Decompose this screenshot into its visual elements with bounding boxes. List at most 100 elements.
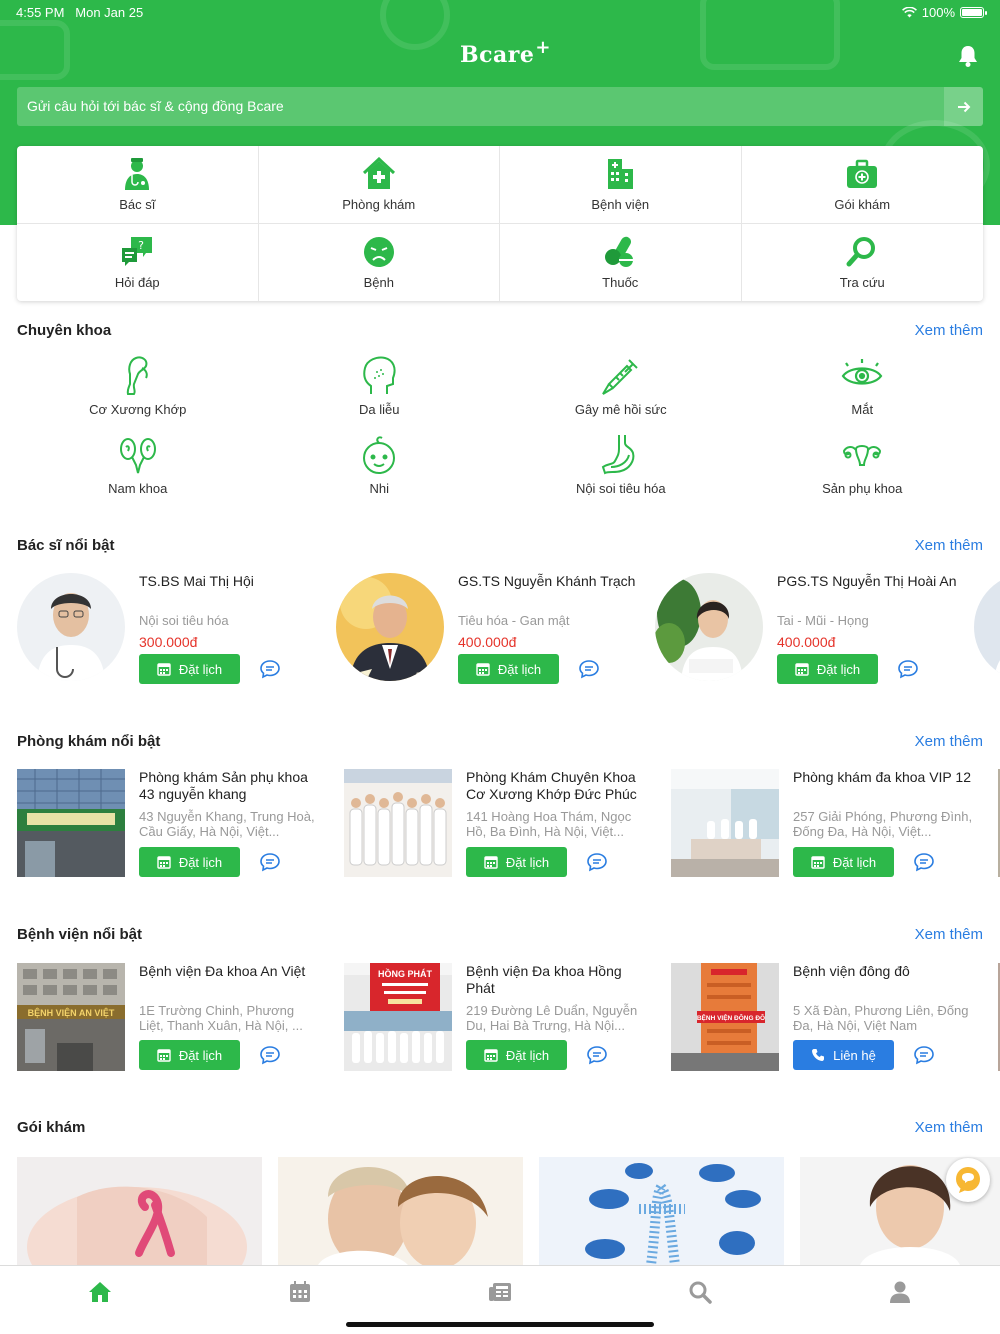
- quick-link-packages[interactable]: Gói khám: [741, 146, 983, 224]
- hospitals-see-more-link[interactable]: Xem thêm: [915, 926, 983, 943]
- book-button[interactable]: Đặt lịch: [466, 847, 567, 877]
- doctor-specialty: Tai - Mũi - Họng: [777, 613, 869, 628]
- svg-text:?: ?: [138, 239, 144, 252]
- quick-link-doctor[interactable]: Bác sĩ: [17, 146, 259, 224]
- hospitals-carousel: BỆNH VIỆN AN VIỆT Bệnh viện Đa khoa An V…: [17, 963, 1000, 1078]
- book-label: Đặt lịch: [505, 1047, 550, 1063]
- chat-icon[interactable]: [586, 1044, 608, 1066]
- calendar-icon: [795, 663, 809, 676]
- calendar-icon: [476, 663, 490, 676]
- clinic-photo: [344, 769, 452, 877]
- specialty-obstetrics[interactable]: Sản phụ khoa: [742, 433, 984, 512]
- clinic-photo: [671, 769, 779, 877]
- package-card[interactable]: [539, 1157, 784, 1265]
- quick-link-clinic[interactable]: Phòng khám: [258, 146, 500, 224]
- doctor-card[interactable]: PGS.TS Nguyễn Thị Hoài An Tai - Mũi - Họ…: [655, 573, 974, 688]
- chat-bubble-icon: [956, 1167, 980, 1193]
- hospital-sign-text: BỆNH VIỆN AN VIỆT: [28, 1007, 115, 1018]
- clinic-name: Phòng khám đa khoa VIP 12: [793, 769, 971, 785]
- chat-icon[interactable]: [913, 1044, 935, 1066]
- quick-link-diseases[interactable]: Bệnh: [259, 223, 500, 301]
- doctors-see-more-link[interactable]: Xem thêm: [915, 537, 983, 554]
- book-button[interactable]: Đặt lịch: [777, 654, 878, 684]
- chat-icon[interactable]: [913, 851, 935, 873]
- battery-percent: 100%: [921, 5, 955, 20]
- specialty-label: Nội soi tiêu hóa: [575, 481, 666, 496]
- specialty-musculoskeletal[interactable]: Cơ Xương Khớp: [17, 354, 259, 433]
- hospitals-title: Bệnh viện nổi bật: [17, 926, 143, 943]
- hospital-sign-text: HỒNG PHÁT: [378, 968, 433, 979]
- battery-icon: [960, 7, 987, 18]
- hospital-card[interactable]: BỆNH VIỆN ĐÔNG ĐÔ Bệnh viện đông đô 5 Xã…: [671, 963, 998, 1078]
- quick-link-qa[interactable]: ? Hỏi đáp: [17, 223, 259, 301]
- specialty-ophthalmology[interactable]: Mắt: [742, 354, 984, 433]
- packages-see-more-link[interactable]: Xem thêm: [915, 1119, 983, 1136]
- package-card[interactable]: [278, 1157, 523, 1265]
- contact-label: Liên hệ: [833, 1047, 876, 1063]
- calendar-icon: [157, 663, 171, 676]
- contact-button[interactable]: Liên hệ: [793, 1040, 894, 1070]
- doctor-avatar: [336, 573, 444, 681]
- specialty-pediatrics[interactable]: Nhi: [259, 433, 501, 512]
- clinic-name: Phòng khám Sản phụ khoa 43 nguyễn khang: [139, 769, 308, 802]
- specialty-anesthesia[interactable]: Gây mê hồi sức: [500, 354, 742, 433]
- wifi-icon: [901, 7, 917, 18]
- hospital-card[interactable]: HỒNG PHÁT Bệnh viện Đa khoa Hồng Phát 21…: [344, 963, 671, 1078]
- clinic-address: 43 Nguyễn Khang, Trung Hoà, Cầu Giấy, Hà…: [139, 809, 315, 839]
- specialty-label: Nam khoa: [108, 481, 168, 496]
- book-button[interactable]: Đặt lịch: [139, 654, 240, 684]
- specialty-andrology[interactable]: Nam khoa: [17, 433, 259, 512]
- hospital-icon: [608, 158, 634, 189]
- book-button[interactable]: Đặt lịch: [793, 847, 894, 877]
- chat-fab[interactable]: [946, 1158, 990, 1202]
- quick-link-label: Bác sĩ: [119, 196, 156, 212]
- specialty-dermatology[interactable]: Da liễu: [259, 354, 501, 433]
- specialty-label: Mắt: [851, 402, 874, 417]
- chat-icon[interactable]: [259, 851, 281, 873]
- clinic-card[interactable]: Phòng Khám Chuyên Khoa Cơ Xương Khớp Đức…: [344, 769, 671, 884]
- book-button[interactable]: Đặt lịch: [139, 1040, 240, 1070]
- calendar-icon: [484, 1049, 498, 1062]
- book-label: Đặt lịch: [178, 661, 223, 677]
- tab-profile[interactable]: [800, 1266, 1000, 1334]
- hospital-photo: HỒNG PHÁT: [344, 963, 452, 1071]
- chat-icon[interactable]: [259, 1044, 281, 1066]
- chat-icon[interactable]: [578, 658, 600, 680]
- quick-link-medicine[interactable]: Thuốc: [500, 223, 742, 301]
- app-screen: 4:55 PM Mon Jan 25 100% Bcare+ Gửi câu h…: [0, 0, 1000, 1334]
- doctor-card[interactable]: GS.TS Nguyễn Khánh Trạch Tiêu hóa - Gan …: [336, 573, 655, 688]
- hospital-card[interactable]: BỆNH VIỆN AN VIỆT Bệnh viện Đa khoa An V…: [17, 963, 344, 1078]
- question-input[interactable]: Gửi câu hỏi tới bác sĩ & cộng đồng Bcare: [17, 87, 983, 126]
- chat-icon[interactable]: [897, 658, 919, 680]
- hospital-address: 1E Trường Chinh, Phương Liệt, Thanh Xuân…: [139, 1003, 303, 1033]
- doctors-carousel: TS.BS Mai Thị Hội Nội soi tiêu hóa 300.0…: [17, 573, 1000, 688]
- book-button[interactable]: Đặt lịch: [466, 1040, 567, 1070]
- package-card[interactable]: [17, 1157, 262, 1265]
- status-bar: 4:55 PM Mon Jan 25 100%: [0, 0, 1000, 24]
- specialty-label: Sản phụ khoa: [822, 481, 903, 496]
- hospital-name: Bệnh viện Đa khoa An Việt: [139, 963, 306, 979]
- tab-home[interactable]: [0, 1266, 200, 1334]
- specialty-gastroenterology[interactable]: Nội soi tiêu hóa: [500, 433, 742, 512]
- submit-question-button[interactable]: [944, 87, 983, 126]
- book-button[interactable]: Đặt lịch: [458, 654, 559, 684]
- clinic-card[interactable]: Phòng khám đa khoa VIP 12 257 Giải Phóng…: [671, 769, 998, 884]
- book-button[interactable]: Đặt lịch: [139, 847, 240, 877]
- baby-icon: [363, 436, 396, 474]
- clinics-see-more-link[interactable]: Xem thêm: [915, 733, 983, 750]
- doctor-card-peek[interactable]: [974, 573, 1000, 688]
- clinic-card[interactable]: Phòng khám Sản phụ khoa 43 nguyễn khang …: [17, 769, 344, 884]
- quick-link-lookup[interactable]: Tra cứu: [742, 224, 984, 302]
- quick-link-label: Thuốc: [602, 274, 639, 290]
- bell-icon[interactable]: [957, 44, 979, 68]
- doctor-card[interactable]: TS.BS Mai Thị Hội Nội soi tiêu hóa 300.0…: [17, 573, 336, 688]
- specialties-see-more-link[interactable]: Xem thêm: [915, 322, 983, 339]
- eye-icon: [841, 359, 883, 385]
- quick-link-hospital[interactable]: Bệnh viện: [500, 146, 742, 224]
- quick-links-grid: Bác sĩ Phòng khám Bệnh viện Gói khám ? H…: [17, 146, 983, 301]
- quick-link-label: Bệnh viện: [591, 196, 650, 212]
- quick-link-label: Gói khám: [834, 196, 891, 212]
- chat-icon[interactable]: [259, 658, 281, 680]
- chat-icon[interactable]: [586, 851, 608, 873]
- book-label: Đặt lịch: [497, 661, 542, 677]
